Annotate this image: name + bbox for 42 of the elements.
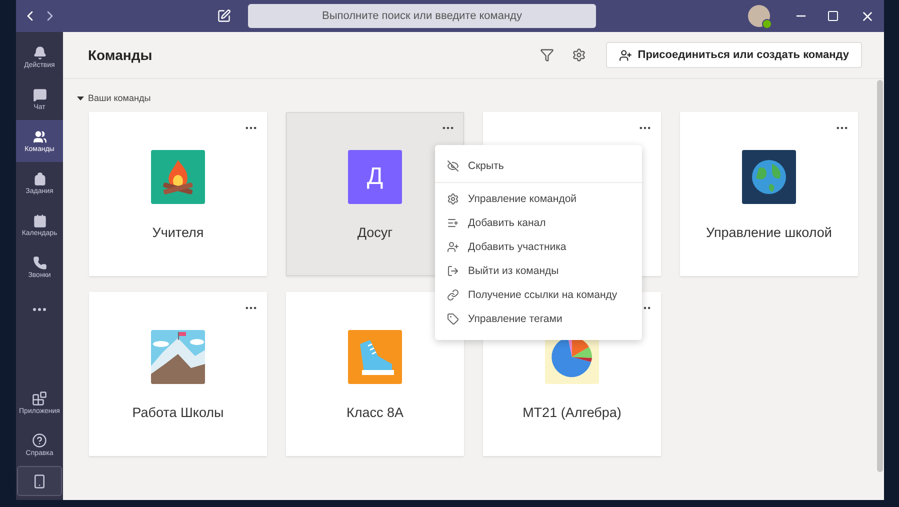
team-name: Управление школой bbox=[706, 225, 832, 240]
more-icon bbox=[33, 308, 46, 310]
calendar-icon bbox=[32, 214, 46, 228]
filter-icon bbox=[540, 48, 554, 62]
settings-icon bbox=[447, 193, 459, 205]
status-dot bbox=[762, 19, 772, 29]
help-icon bbox=[32, 433, 47, 448]
phone-icon bbox=[32, 256, 46, 270]
page-title: Команды bbox=[88, 47, 154, 63]
eye-off-icon bbox=[447, 160, 459, 172]
team-card[interactable]: Класс 8А bbox=[286, 292, 464, 456]
pen-icon bbox=[217, 9, 231, 23]
team-card[interactable]: Учителя bbox=[89, 112, 267, 276]
scrollbar[interactable] bbox=[877, 80, 883, 472]
avatar[interactable] bbox=[748, 5, 770, 27]
join-team-button[interactable]: Присоединиться или создать команду bbox=[606, 42, 862, 68]
team-name: Досуг bbox=[357, 225, 393, 240]
people-icon bbox=[32, 130, 46, 144]
team-card[interactable]: Управление школой bbox=[680, 112, 858, 276]
add-people-icon bbox=[618, 48, 632, 62]
section-toggle[interactable]: Ваши команды bbox=[77, 93, 884, 103]
search-field[interactable]: Выполните поиск или введите команду bbox=[248, 4, 596, 28]
team-avatar: Д bbox=[348, 150, 402, 204]
chat-icon bbox=[32, 88, 46, 102]
maximize-icon bbox=[827, 10, 839, 22]
team-name: Работа Школы bbox=[132, 405, 224, 420]
team-name: МТ21 (Алгебра) bbox=[522, 405, 622, 420]
backpack-icon bbox=[32, 172, 46, 186]
apps-icon bbox=[32, 391, 47, 406]
list-icon bbox=[447, 217, 459, 229]
settings-icon bbox=[572, 48, 586, 62]
team-name: Класс 8А bbox=[346, 405, 404, 420]
team-card[interactable]: Работа Школы bbox=[89, 292, 267, 456]
team-name: Учителя bbox=[152, 225, 204, 240]
caret-icon bbox=[77, 94, 84, 102]
add-person-icon bbox=[447, 241, 459, 253]
bell-icon bbox=[32, 46, 46, 60]
leave-icon bbox=[447, 265, 459, 277]
link-icon bbox=[447, 289, 459, 301]
tag-icon bbox=[447, 313, 459, 325]
phone-device-icon bbox=[32, 474, 47, 488]
device-button[interactable] bbox=[17, 466, 62, 496]
